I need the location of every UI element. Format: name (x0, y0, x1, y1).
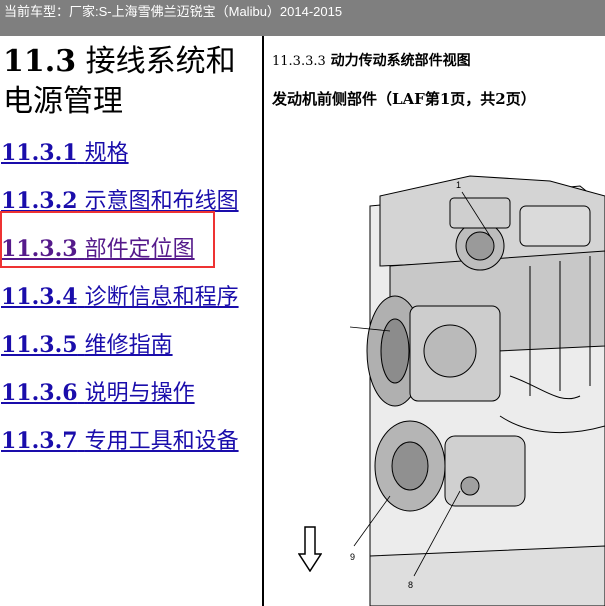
section-number: 11.3 (3, 44, 77, 79)
callout-1: 1 (456, 180, 461, 190)
subsection-heading: 11.3.3.3 动力传动系统部件视图 (272, 50, 471, 70)
nav-link-diagnostics[interactable]: 11.3.4 诊断信息和程序 (1, 284, 239, 311)
selection-highlight-box (0, 211, 215, 268)
engine-illustration (366, 175, 605, 606)
toc-panel: 11.3 接线系统和电源管理 11.3.1 规格 11.3.2 示意图和布线图 … (0, 36, 262, 606)
subsection-title: 动力传动系统部件视图 (330, 53, 471, 69)
content-panel: 11.3.3.3 动力传动系统部件视图 发动机前侧部件（LAF第1页，共2页） (264, 36, 605, 606)
subsection-number: 11.3.3.3 (272, 54, 326, 69)
nav-link-special-tools[interactable]: 11.3.7 专用工具和设备 (1, 428, 239, 455)
down-arrow-icon[interactable] (298, 526, 322, 572)
vehicle-info-bar: 当前车型：厂家:S-上海雪佛兰迈锐宝（Malibu）2014-2015 (0, 0, 605, 36)
vehicle-name: 厂家:S-上海雪佛兰迈锐宝（Malibu）2014-2015 (69, 4, 343, 19)
nav-link-repair-instructions[interactable]: 11.3.5 维修指南 (1, 332, 173, 359)
callout-9: 9 (350, 552, 355, 562)
view-title: 发动机前侧部件（LAF第1页，共2页） (272, 90, 536, 108)
section-title: 11.3 接线系统和电源管理 (3, 42, 259, 122)
vehicle-label: 当前车型： (4, 4, 70, 19)
callout-8: 8 (408, 580, 413, 590)
nav-link-specifications[interactable]: 11.3.1 规格 (1, 140, 129, 167)
engine-front-diagram: 1 10 9 8 (350, 136, 605, 606)
nav-link-description-operation[interactable]: 11.3.6 说明与操作 (1, 380, 195, 407)
